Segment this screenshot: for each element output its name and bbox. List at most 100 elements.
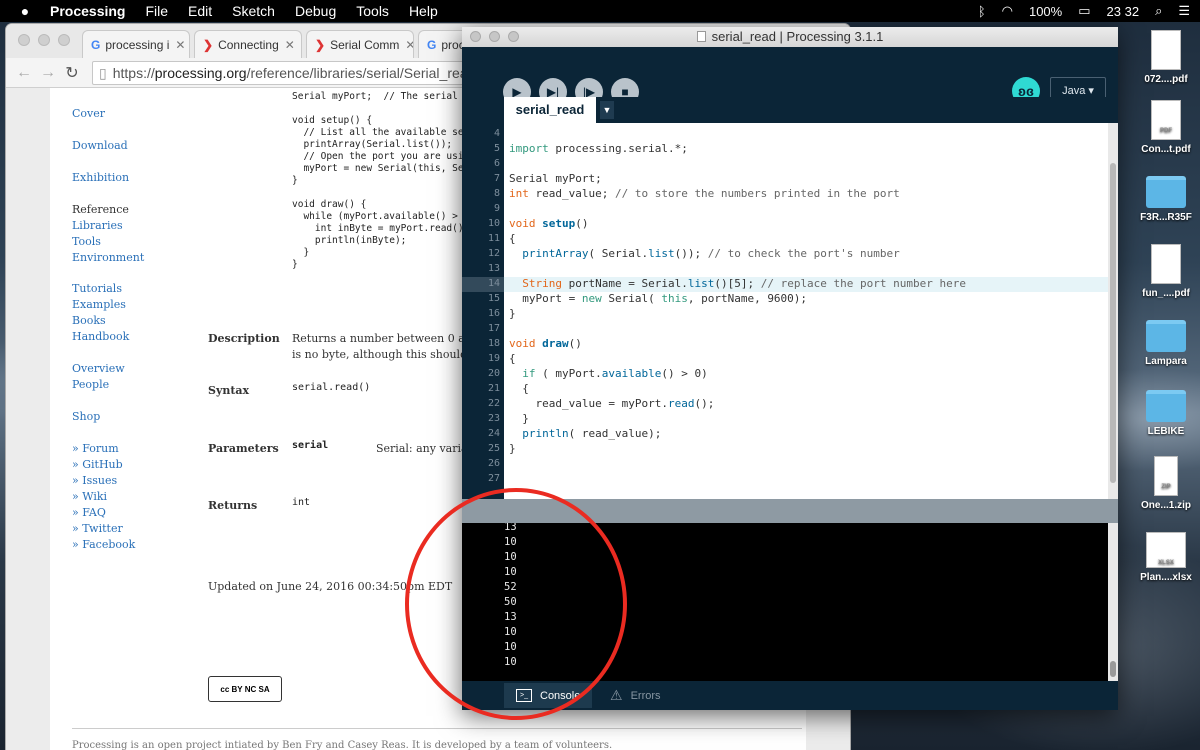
- nav-link-tools[interactable]: Tools: [72, 235, 101, 248]
- nav-link-github[interactable]: » GitHub: [72, 458, 123, 471]
- forward-arrow-icon[interactable]: →: [36, 64, 60, 82]
- menu-file[interactable]: File: [145, 3, 168, 19]
- close-window-button[interactable]: [470, 31, 481, 42]
- nav-link-handbook[interactable]: Handbook: [72, 330, 129, 343]
- apple-menu-icon[interactable]: ●: [10, 3, 40, 19]
- nav-link-exhibition[interactable]: Exhibition: [72, 171, 129, 184]
- browser-tab-label: Serial Comm: [330, 37, 400, 52]
- code-line: Serial myPort;: [509, 172, 602, 185]
- nav-link-twitter[interactable]: » Twitter: [72, 522, 123, 535]
- browser-tab[interactable]: ❯ Connecting ✕: [194, 30, 302, 58]
- nav-current-reference: Reference: [72, 203, 129, 216]
- warning-icon: ⚠: [610, 687, 623, 703]
- code-line: myPort = new Serial( this, portName, 960…: [509, 292, 808, 305]
- nav-link-wiki[interactable]: » Wiki: [72, 490, 107, 503]
- window-title: serial_read | Processing 3.1.1: [711, 29, 884, 44]
- nav-link-download[interactable]: Download: [72, 139, 128, 152]
- desktop-file-icon[interactable]: fun_....pdf: [1131, 244, 1200, 299]
- desktop-folder-icon[interactable]: Lampara: [1131, 320, 1200, 367]
- minimize-window-button[interactable]: [489, 31, 500, 42]
- desktop-file-icon[interactable]: 072....pdf: [1131, 30, 1200, 85]
- line-number: 6: [493, 158, 500, 169]
- battery-status[interactable]: 100%: [1029, 4, 1062, 19]
- line-number: 17: [487, 323, 500, 334]
- line-number: 24: [487, 428, 500, 439]
- code-line: if ( myPort.available() > 0): [522, 367, 708, 380]
- tab-errors[interactable]: ⚠ Errors: [598, 683, 673, 708]
- nav-link-forum[interactable]: » Forum: [72, 442, 119, 455]
- console-scrollbar-thumb[interactable]: [1110, 661, 1116, 677]
- tab-menu-chevron-down-icon[interactable]: ▼: [600, 101, 614, 119]
- bluetooth-icon[interactable]: ᛒ: [978, 4, 986, 19]
- editor-scrollbar-thumb[interactable]: [1110, 163, 1116, 483]
- nav-link-shop[interactable]: Shop: [72, 410, 100, 423]
- menu-sketch[interactable]: Sketch: [232, 3, 275, 19]
- browser-tab[interactable]: ❯ Serial Comm ✕: [306, 30, 414, 58]
- desktop-file-icon[interactable]: PDF Con...t.pdf: [1131, 100, 1200, 155]
- line-number: 10: [487, 218, 500, 229]
- zoom-window-button[interactable]: [58, 34, 70, 46]
- line-number: 20: [487, 368, 500, 379]
- footer-divider: [72, 728, 802, 729]
- document-icon: [696, 31, 706, 42]
- code-line: }: [509, 442, 516, 455]
- nav-link-examples[interactable]: Examples: [72, 298, 126, 311]
- app-menu[interactable]: Processing: [50, 3, 125, 19]
- menu-help[interactable]: Help: [409, 3, 438, 19]
- desktop-file-label: Con...t.pdf: [1141, 144, 1191, 155]
- menu-bar: ● Processing File Edit Sketch Debug Tool…: [0, 0, 1200, 22]
- nav-link-cover[interactable]: Cover: [72, 107, 105, 120]
- folder-icon: [1146, 320, 1186, 352]
- nav-link-environment[interactable]: Environment: [72, 251, 144, 264]
- back-arrow-icon[interactable]: ←: [12, 64, 36, 82]
- wifi-icon[interactable]: ◠: [1002, 3, 1013, 19]
- zoom-window-button[interactable]: [508, 31, 519, 42]
- minimize-window-button[interactable]: [38, 34, 50, 46]
- close-tab-icon[interactable]: ✕: [169, 38, 185, 52]
- line-number: 8: [493, 188, 500, 199]
- code-line: {: [509, 352, 516, 365]
- line-number: 25: [487, 443, 500, 454]
- line-number: 18: [487, 338, 500, 349]
- close-tab-icon[interactable]: ✕: [279, 38, 295, 52]
- console-scrollbar[interactable]: [1108, 523, 1118, 681]
- code-line: int read_value; // to store the numbers …: [509, 187, 900, 200]
- close-tab-icon[interactable]: ✕: [399, 38, 413, 52]
- desktop-file-icon[interactable]: ZIP One...1.zip: [1131, 456, 1200, 511]
- line-number: 9: [493, 203, 500, 214]
- nav-link-issues[interactable]: » Issues: [72, 474, 117, 487]
- page-margin: [6, 88, 50, 750]
- line-number: 5: [493, 143, 500, 154]
- nav-link-facebook[interactable]: » Facebook: [72, 538, 135, 551]
- browser-tab[interactable]: G processing i ✕: [82, 30, 190, 58]
- menu-tools[interactable]: Tools: [356, 3, 389, 19]
- desktop-file-label: LEBIKE: [1147, 426, 1185, 437]
- desktop-file-icon[interactable]: XLSX Plan....xlsx: [1131, 532, 1200, 583]
- clock[interactable]: 23 32: [1107, 4, 1140, 19]
- url-scheme: https://: [112, 65, 155, 81]
- nav-link-libraries[interactable]: Libraries: [72, 219, 123, 232]
- nav-link-books[interactable]: Books: [72, 314, 106, 327]
- editor-scrollbar[interactable]: [1108, 123, 1118, 499]
- code-line: {: [509, 232, 516, 245]
- creative-commons-badge[interactable]: cc BY NC SA: [208, 676, 282, 702]
- menu-edit[interactable]: Edit: [188, 3, 212, 19]
- spotlight-search-icon[interactable]: ⌕: [1155, 3, 1162, 19]
- pdf-document-icon: PDF: [1151, 100, 1181, 140]
- code-line: printArray( Serial.list()); // to check …: [522, 247, 900, 260]
- notification-center-icon[interactable]: ☰: [1178, 3, 1190, 19]
- desktop-folder-icon[interactable]: LEBIKE: [1131, 390, 1200, 437]
- code-line: println( read_value);: [522, 427, 662, 440]
- nav-link-tutorials[interactable]: Tutorials: [72, 282, 122, 295]
- line-number: 7: [493, 173, 500, 184]
- desktop-folder-icon[interactable]: F3R...R35F: [1131, 176, 1200, 223]
- code-editor[interactable]: 4 5 import processing.serial.*; 6 7 Serial my…: [462, 123, 1108, 499]
- sketch-tab[interactable]: serial_read: [504, 97, 596, 123]
- menu-debug[interactable]: Debug: [295, 3, 336, 19]
- processing-favicon-icon: ❯: [203, 37, 214, 52]
- nav-link-overview[interactable]: Overview: [72, 362, 125, 375]
- reload-icon[interactable]: ↻: [60, 63, 84, 83]
- close-window-button[interactable]: [18, 34, 30, 46]
- nav-link-faq[interactable]: » FAQ: [72, 506, 106, 519]
- nav-link-people[interactable]: People: [72, 378, 109, 391]
